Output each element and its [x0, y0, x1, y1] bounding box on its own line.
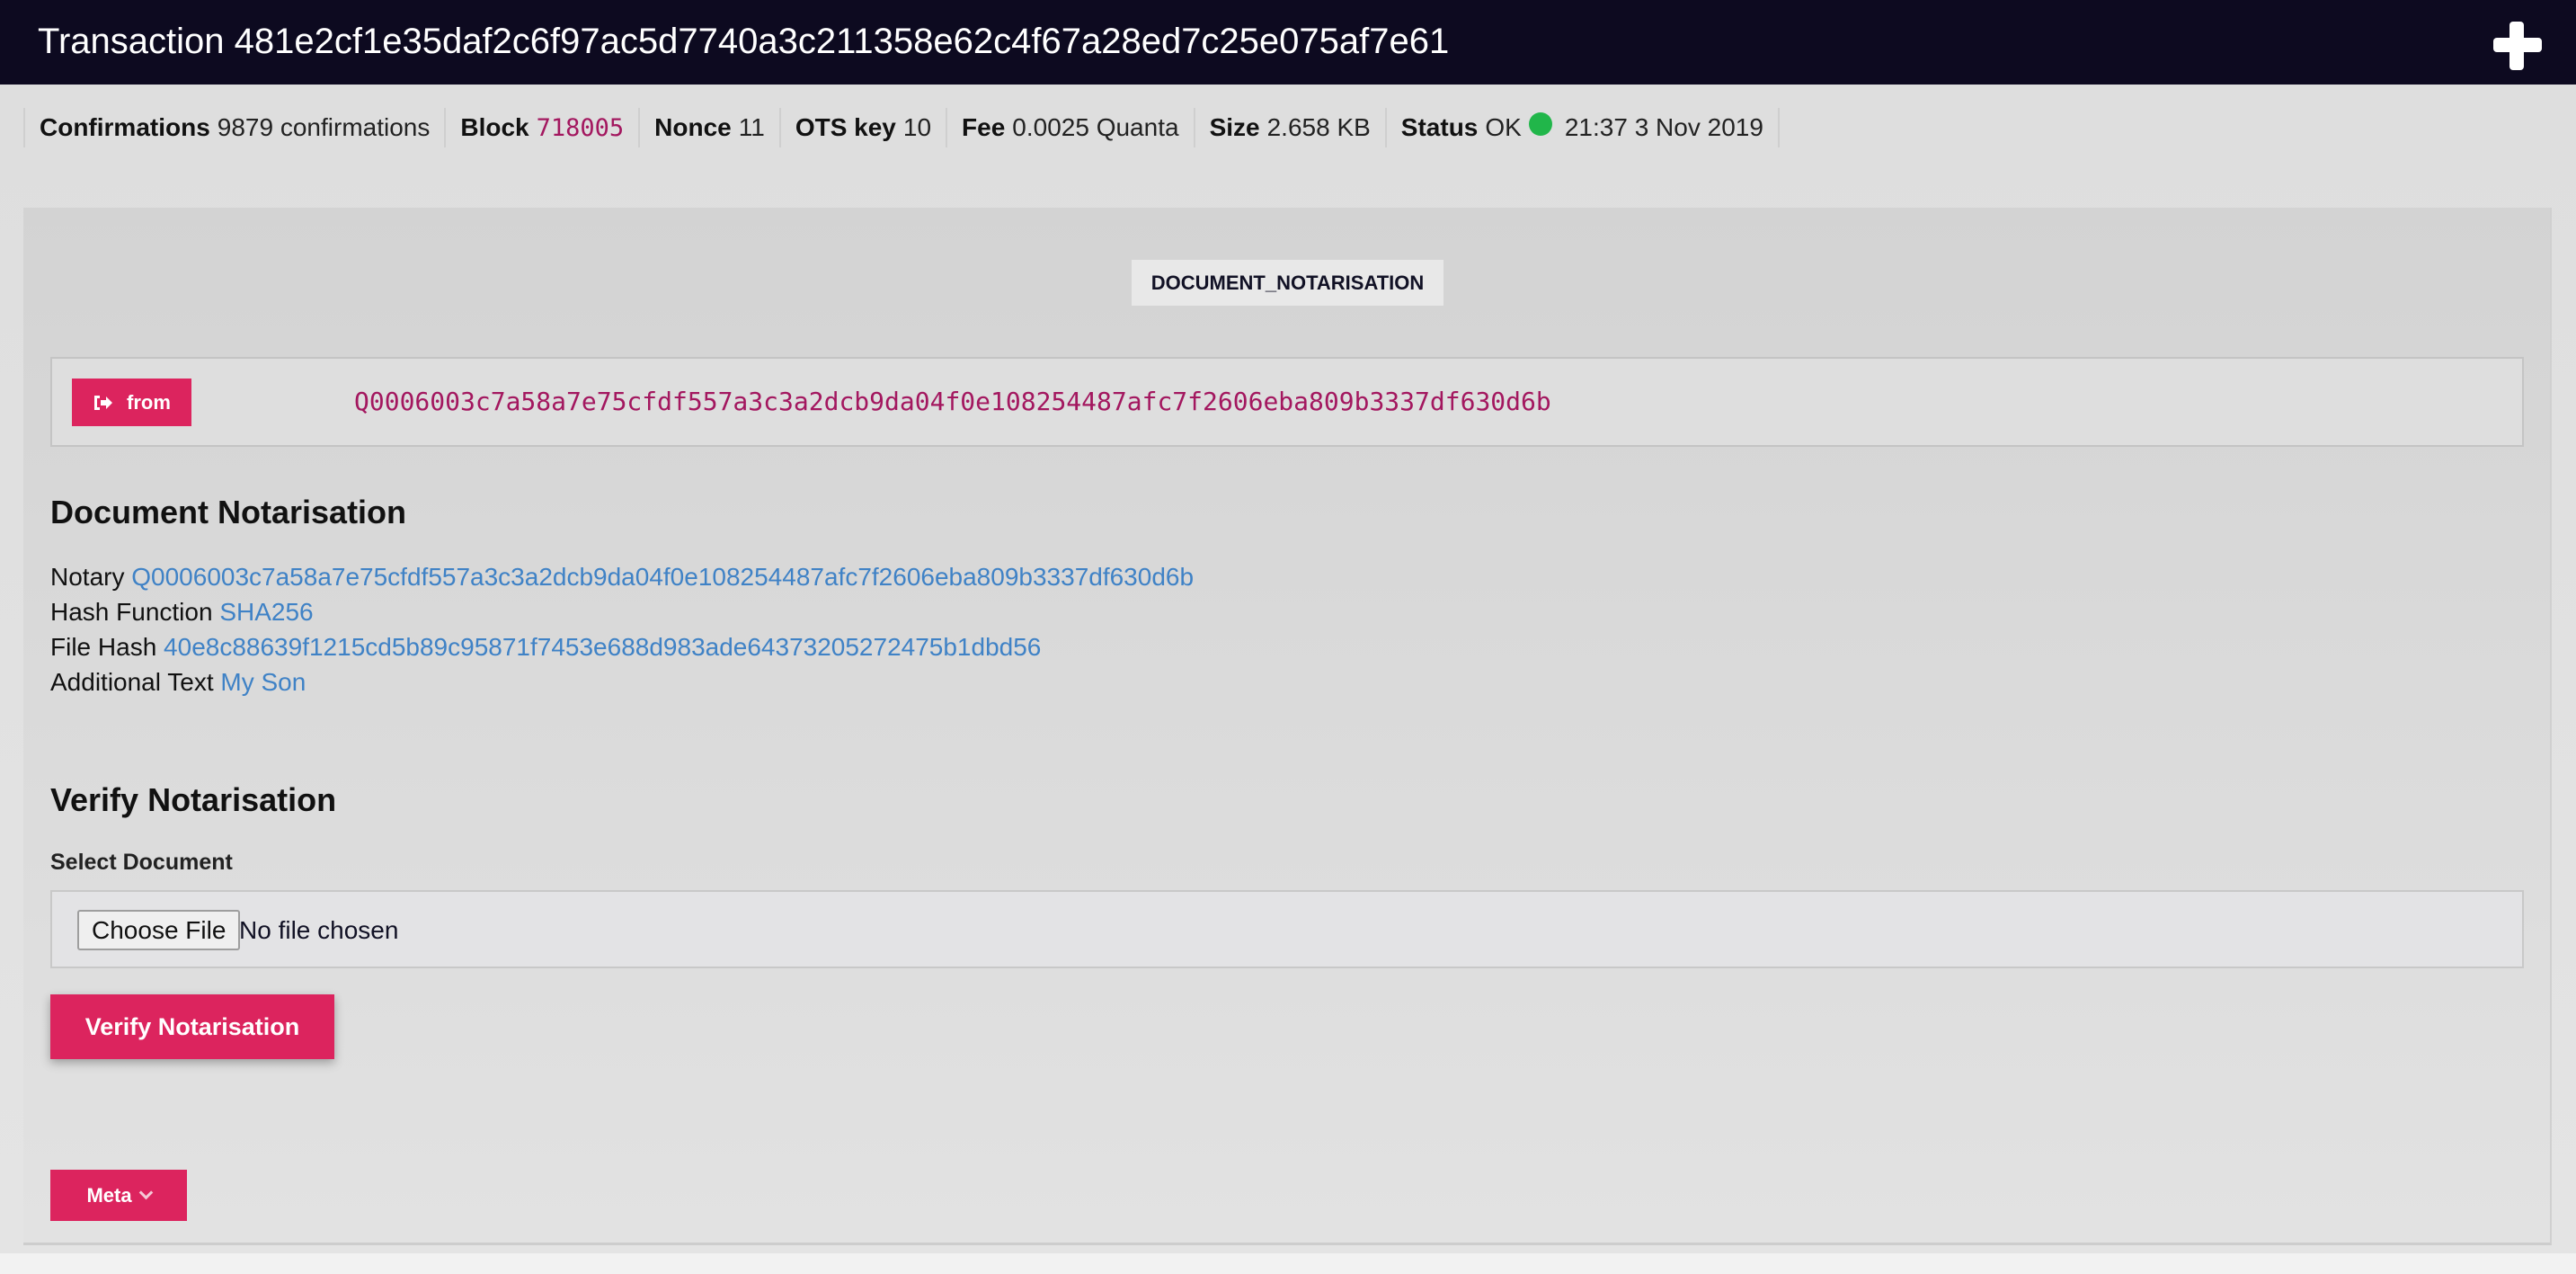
meta-value: 10 — [902, 113, 932, 141]
notary-address-link[interactable]: Q0006003c7a58a7e75cfdf557a3c3a2dcb9da04f… — [131, 563, 1194, 591]
notarisation-heading: Document Notarisation — [50, 494, 407, 530]
file-input[interactable]: Choose File No file chosen — [50, 890, 2524, 968]
detail-value: 40e8c88639f1215cd5b89c95871f7453e688d983… — [164, 633, 1042, 661]
meta-ots-key: OTS key 10 — [778, 108, 946, 147]
meta-key: OTS key — [795, 113, 896, 141]
transaction-panel: DOCUMENT_NOTARISATION from Q0006003c7a58… — [23, 208, 2552, 1245]
verify-heading: Verify Notarisation — [50, 781, 337, 818]
meta-value: 2.658 KB — [1266, 113, 1371, 141]
status-ok-icon — [1528, 112, 1552, 136]
meta-toggle-label: Meta — [86, 1183, 132, 1207]
verify-notarisation-button[interactable]: Verify Notarisation — [50, 994, 334, 1059]
meta-value: 0.0025 Quanta — [1012, 113, 1179, 141]
detail-label: Additional Text — [50, 668, 214, 696]
from-label: from — [127, 390, 171, 414]
meta-key: Confirmations — [40, 113, 210, 141]
transaction-type-badge: DOCUMENT_NOTARISATION — [1132, 260, 1443, 306]
detail-notary: Notary Q0006003c7a58a7e75cfdf557a3c3a2dc… — [50, 559, 1194, 594]
meta-key: Size — [1209, 113, 1260, 141]
select-document-label: Select Document — [50, 850, 233, 875]
detail-hash-function: Hash Function SHA256 — [50, 594, 1194, 629]
detail-label: File Hash — [50, 633, 157, 661]
detail-file-hash: File Hash 40e8c88639f1215cd5b89c95871f74… — [50, 629, 1194, 664]
meta-fee: Fee 0.0025 Quanta — [946, 108, 1194, 147]
meta-key: Status — [1400, 113, 1479, 141]
meta-nonce: Nonce 11 — [638, 108, 779, 147]
meta-status: Status OK 21:37 3 Nov 2019 — [1384, 108, 1780, 147]
meta-block: Block 718005 — [444, 108, 638, 147]
detail-label: Notary — [50, 563, 125, 591]
meta-value: 11 — [738, 113, 765, 141]
status-value: OK — [1485, 113, 1522, 141]
notarisation-details: Notary Q0006003c7a58a7e75cfdf557a3c3a2dc… — [50, 559, 1194, 699]
sign-out-icon — [93, 394, 114, 412]
chevron-down-icon — [138, 1185, 153, 1200]
meta-confirmations: Confirmations 9879 confirmations — [23, 108, 444, 147]
plus-icon[interactable] — [2492, 20, 2542, 70]
meta-key: Block — [460, 113, 529, 141]
from-address-link[interactable]: Q0006003c7a58a7e75cfdf557a3c3a2dcb9da04f… — [354, 384, 1551, 420]
meta-toggle-button[interactable]: Meta — [50, 1170, 187, 1221]
meta-key: Nonce — [654, 113, 732, 141]
file-status: No file chosen — [239, 916, 399, 944]
meta-value: 9879 confirmations — [217, 113, 431, 141]
detail-additional-text: Additional Text My Son — [50, 664, 1194, 699]
block-link[interactable]: 718005 — [537, 114, 625, 142]
detail-value: My Son — [220, 668, 306, 696]
page-title: Transaction 481e2cf1e35daf2c6f97ac5d7740… — [38, 22, 1450, 61]
from-button[interactable]: from — [72, 379, 191, 426]
timestamp: 21:37 3 Nov 2019 — [1564, 113, 1763, 141]
detail-value: SHA256 — [219, 598, 314, 626]
page-header: Transaction 481e2cf1e35daf2c6f97ac5d7740… — [0, 0, 2576, 85]
meta-key: Fee — [962, 113, 1006, 141]
from-row: from Q0006003c7a58a7e75cfdf557a3c3a2dcb9… — [50, 357, 2524, 447]
meta-size: Size 2.658 KB — [1193, 108, 1385, 147]
choose-file-button[interactable]: Choose File — [77, 910, 241, 950]
transaction-meta-bar: Confirmations 9879 confirmations Block 7… — [23, 108, 1780, 147]
detail-label: Hash Function — [50, 598, 213, 626]
